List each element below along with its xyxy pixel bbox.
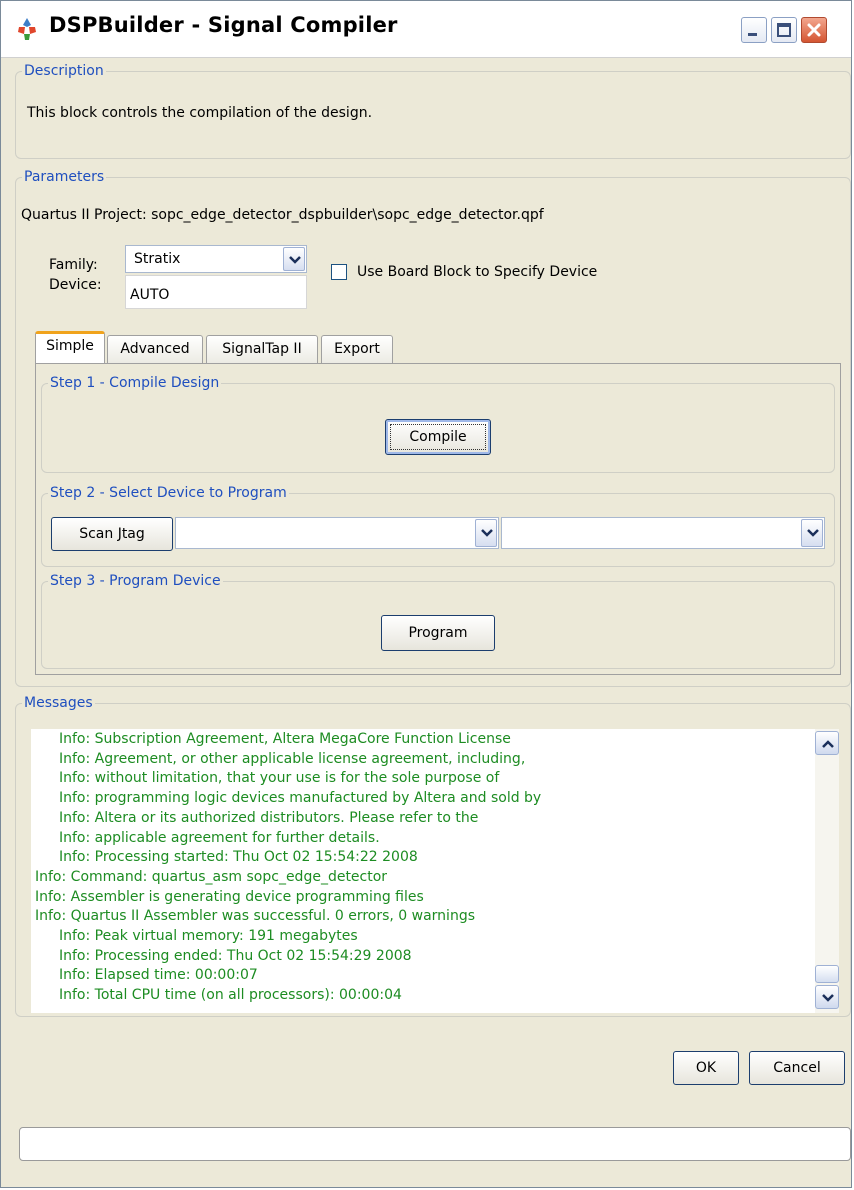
project-path-text: Quartus II Project: sopc_edge_detector_d…: [21, 207, 544, 223]
messages-log[interactable]: Info: Subscription Agreement, Altera Meg…: [31, 729, 839, 1013]
messages-scrollbar[interactable]: [815, 729, 839, 1013]
cancel-button[interactable]: Cancel: [749, 1051, 845, 1085]
device-field-value: AUTO: [130, 287, 170, 303]
message-line: Info: Assembler is generating device pro…: [35, 888, 424, 905]
ok-button[interactable]: OK: [673, 1051, 739, 1085]
device-chain-select[interactable]: [175, 517, 499, 549]
board-block-label: Use Board Block to Specify Device: [357, 264, 598, 280]
maximize-button[interactable]: [771, 17, 797, 43]
tab-simple[interactable]: Simple: [35, 331, 105, 363]
maximize-icon: [777, 23, 791, 37]
chevron-down-icon: [822, 994, 834, 1002]
family-select-value: Stratix: [134, 251, 181, 267]
message-line: Info: Quartus II Assembler was successfu…: [35, 908, 476, 925]
device-label: Device:: [49, 277, 102, 293]
chevron-down-icon: [481, 529, 493, 537]
tab-advanced-label: Advanced: [120, 341, 190, 357]
message-line: Info: without limitation, that your use …: [59, 770, 500, 787]
message-line: Info: Agreement, or other applicable lic…: [59, 750, 526, 767]
family-label: Family:: [49, 257, 98, 273]
step3-legend: Step 3 - Program Device: [50, 573, 221, 589]
description-legend: Description: [24, 63, 104, 79]
program-button[interactable]: Program: [381, 615, 495, 651]
message-line: Info: Processing ended: Thu Oct 02 15:54…: [59, 947, 412, 964]
minimize-button[interactable]: [741, 17, 767, 43]
scan-jtag-button[interactable]: Scan Jtag: [51, 517, 173, 551]
scroll-up-button[interactable]: [815, 731, 839, 755]
message-line: Info: Processing started: Thu Oct 02 15:…: [59, 849, 418, 866]
scan-jtag-button-label: Scan Jtag: [79, 526, 145, 542]
tab-export-label: Export: [334, 341, 380, 357]
step2-legend: Step 2 - Select Device to Program: [50, 485, 287, 501]
message-line: Info: Altera or its authorized distribut…: [59, 809, 479, 826]
device-dropdown-button[interactable]: [801, 519, 823, 547]
chevron-up-icon: [822, 740, 834, 748]
cancel-button-label: Cancel: [773, 1060, 821, 1076]
device-field[interactable]: AUTO: [125, 275, 307, 309]
tab-advanced[interactable]: Advanced: [107, 335, 203, 363]
device-select[interactable]: [501, 517, 825, 549]
status-bar: [19, 1127, 851, 1161]
parameters-legend: Parameters: [24, 169, 105, 185]
message-line: Info: applicable agreement for further d…: [59, 829, 380, 846]
message-line: Info: Elapsed time: 00:00:07: [59, 967, 258, 984]
signal-compiler-window: DSPBuilder - Signal Compiler Description…: [0, 0, 852, 1188]
tab-signaltap-label: SignalTap II: [222, 341, 302, 357]
message-line: Info: Total CPU time (on all processors)…: [59, 987, 402, 1004]
scroll-thumb[interactable]: [815, 965, 839, 983]
ok-button-label: OK: [695, 1060, 717, 1076]
title-bar[interactable]: DSPBuilder - Signal Compiler: [1, 1, 851, 58]
focus-ring: [390, 424, 486, 450]
compile-button[interactable]: Compile: [385, 419, 491, 455]
minimize-icon: [748, 33, 757, 36]
family-select[interactable]: Stratix: [125, 245, 307, 273]
device-chain-dropdown-button[interactable]: [475, 519, 497, 547]
chevron-down-icon: [807, 529, 819, 537]
tab-signaltap[interactable]: SignalTap II: [206, 335, 318, 363]
description-text: This block controls the compilation of t…: [27, 105, 373, 121]
window-title: DSPBuilder - Signal Compiler: [49, 13, 398, 37]
message-line: Info: Command: quartus_asm sopc_edge_det…: [35, 868, 388, 885]
board-block-checkbox[interactable]: [331, 264, 347, 280]
close-icon: [807, 23, 821, 37]
tab-export[interactable]: Export: [321, 335, 393, 363]
messages-legend: Messages: [24, 695, 93, 711]
dspbuilder-app-icon: [18, 18, 36, 40]
program-button-label: Program: [408, 625, 468, 641]
message-line: Info: Peak virtual memory: 191 megabytes: [59, 928, 358, 944]
tab-simple-label: Simple: [46, 338, 94, 354]
chevron-down-icon: [289, 256, 301, 264]
message-line: Info: programming logic devices manufact…: [59, 790, 542, 807]
message-line: Info: Subscription Agreement, Altera Meg…: [59, 731, 511, 747]
family-dropdown-button[interactable]: [283, 247, 305, 271]
scroll-down-button[interactable]: [815, 985, 839, 1009]
step1-legend: Step 1 - Compile Design: [50, 375, 220, 391]
close-button[interactable]: [801, 17, 827, 43]
